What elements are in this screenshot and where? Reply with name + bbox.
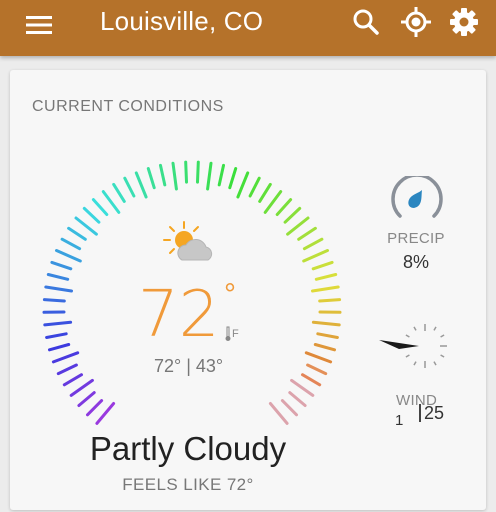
wind-dial — [379, 324, 447, 368]
gauge-tick — [196, 160, 200, 184]
wind-dial-tick — [440, 334, 445, 338]
gauge-tick — [45, 332, 68, 339]
gauge-tick — [306, 363, 328, 376]
gauge-tick — [301, 373, 322, 387]
gauge-tick — [50, 260, 73, 271]
gauge-tick — [297, 226, 317, 241]
wind-arrow-icon — [379, 340, 419, 349]
gauge-tick — [62, 373, 83, 387]
current-temperature: 72 — [138, 278, 220, 352]
gauge-tick — [69, 378, 94, 397]
gauge-tick — [95, 402, 116, 425]
wind-dial-tick — [405, 334, 410, 338]
gauge-tick — [60, 237, 82, 251]
wind-dial-tick — [433, 361, 437, 366]
gauge-tick — [206, 161, 213, 191]
gauge-tick — [268, 402, 289, 425]
gauge-tick — [86, 399, 104, 417]
search-icon[interactable] — [350, 6, 382, 38]
gauge-tick — [56, 363, 78, 376]
gauge-tick — [288, 391, 307, 407]
gauge-tick — [248, 176, 261, 198]
wind-dial-tick — [413, 361, 417, 366]
raindrop-icon — [391, 176, 443, 218]
gauge-tick — [123, 176, 136, 198]
wind-dial-tick — [405, 354, 410, 358]
feels-like-text: FEELS LIKE 72° — [122, 475, 254, 494]
location-title[interactable]: Louisville, CO — [100, 6, 263, 36]
gauge-tick — [318, 298, 342, 303]
gauge-tick — [316, 332, 339, 339]
gauge-tick — [159, 163, 167, 187]
my-location-icon[interactable] — [400, 6, 432, 38]
gauge-tick — [313, 343, 336, 352]
gear-icon[interactable] — [448, 6, 480, 38]
gauge-tick — [48, 343, 71, 352]
thermometer-icon — [225, 326, 231, 341]
wind-dial-tick — [433, 326, 437, 331]
temperature-unit: F — [232, 328, 239, 340]
gauge-tick — [286, 216, 310, 236]
condition-text: Partly Cloudy — [89, 430, 287, 467]
gauge-tick — [42, 298, 66, 303]
gauge-tick — [283, 206, 302, 224]
precip-value: 8% — [402, 252, 429, 272]
gauge-tick — [67, 226, 87, 241]
gauge-tick — [314, 273, 338, 281]
gauge-tick — [146, 167, 156, 190]
gauge-tick — [82, 206, 101, 224]
partly-cloudy-icon — [163, 221, 213, 261]
precip-label: PRECIP — [387, 230, 445, 247]
gauge-tick — [263, 190, 283, 214]
gauge-tick — [280, 399, 298, 417]
wind-dial-tick — [440, 354, 445, 358]
menu-icon[interactable] — [24, 10, 54, 40]
gauge-tick — [290, 378, 315, 397]
wind-dial-tick — [413, 326, 417, 331]
gauge-tick — [275, 198, 293, 216]
gauge-tick — [74, 216, 98, 236]
gauge-tick — [258, 182, 272, 203]
gauge-tick — [55, 249, 82, 263]
wind-speed: 1 — [395, 412, 404, 429]
gauge-tick — [112, 182, 126, 203]
gauge-tick — [304, 351, 333, 364]
gauge-tick — [236, 171, 250, 199]
current-conditions-card: CURRENT CONDITIONS 72 ° F 72° | 43° Part… — [10, 70, 486, 510]
gauge-tick — [171, 161, 178, 191]
gauge-tick — [91, 198, 109, 216]
gauge-tick — [44, 285, 73, 293]
gauge-tick — [311, 285, 340, 293]
gauge-tick — [311, 320, 341, 327]
gauge-tick — [217, 163, 225, 187]
gauge-tick — [311, 260, 334, 271]
gauge-tick — [43, 320, 73, 327]
wind-gust: 25 — [424, 403, 445, 423]
gauge-tick — [51, 351, 80, 364]
gauge-tick — [228, 167, 238, 190]
hi-lo-temperature: 72° | 43° — [154, 356, 224, 376]
app-bar: Louisville, CO — [0, 0, 496, 56]
wind-divider — [419, 404, 421, 422]
gauge-tick — [302, 249, 329, 263]
gauge-tick — [77, 391, 96, 407]
gauge-tick — [184, 160, 188, 184]
gauge-tick — [46, 273, 70, 281]
degree-symbol: ° — [224, 278, 236, 311]
gauge-tick — [302, 237, 324, 251]
gauge-tick — [101, 190, 121, 214]
gauge-tick — [134, 171, 148, 199]
